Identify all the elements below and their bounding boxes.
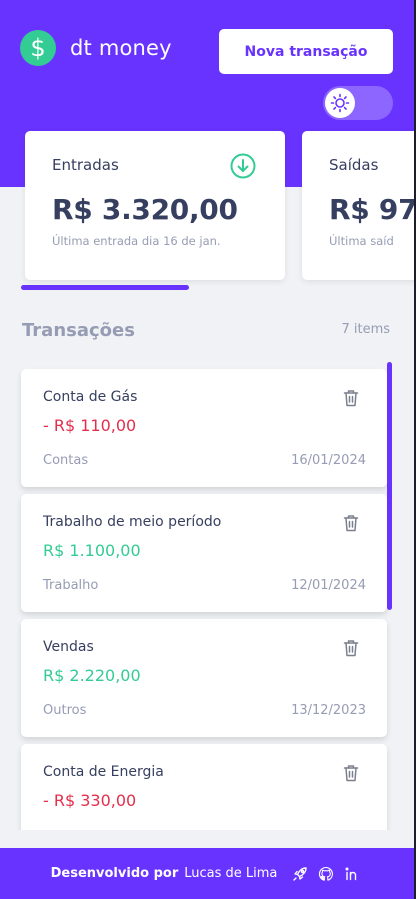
transaction-description: Conta de Gás [43,389,138,405]
trash-icon[interactable] [343,514,359,532]
footer: Desenvolvido por Lucas de Lima [0,848,414,899]
transaction-card: Vendas R$ 2.220,00 Outros 13/12/2023 [21,619,387,737]
transaction-date: 12/01/2024 [291,578,366,593]
transaction-date: 13/12/2023 [291,703,366,718]
transaction-category: Contas [43,453,89,468]
income-label: Entradas [52,156,119,174]
income-last-date: Última entrada dia 16 de jan. [52,234,221,248]
transaction-category: Outros [43,703,87,718]
trash-icon[interactable] [343,639,359,657]
linkedin-icon[interactable] [343,865,361,883]
logo: $ dt money [20,30,172,66]
outcome-label: Saídas [329,156,379,174]
outcome-total: R$ 97 [329,193,416,226]
app-title: dt money [70,36,172,60]
author-name: Lucas de Lima [184,866,278,881]
trash-icon[interactable] [343,764,359,782]
transaction-description: Conta de Energia [43,764,164,780]
transaction-amount: R$ 1.100,00 [43,541,141,560]
new-transaction-button[interactable]: Nova transação [219,29,393,74]
summary-horizontal-scrollbar[interactable] [21,285,189,290]
transaction-card: Trabalho de meio período R$ 1.100,00 Tra… [21,494,387,612]
transaction-date: 16/01/2024 [291,453,366,468]
dollar-logo-icon: $ [20,30,56,66]
transaction-card: Conta de Energia - R$ 330,00 [21,744,387,830]
rocket-icon[interactable] [291,865,309,883]
sun-icon [325,88,355,118]
transaction-amount: - R$ 110,00 [43,416,137,435]
transactions-title: Transações [22,320,135,341]
transaction-description: Trabalho de meio período [43,514,222,530]
transactions-count: 7 items [341,322,390,337]
trash-icon[interactable] [343,389,359,407]
transaction-amount: - R$ 330,00 [43,791,137,810]
transaction-category: Trabalho [43,578,99,593]
outcome-summary-card: Saídas R$ 97 Última saíd [302,131,416,280]
income-summary-card: Entradas R$ 3.320,00 Última entrada dia … [25,131,285,280]
transactions-list: Conta de Gás - R$ 110,00 Contas 16/01/20… [0,360,414,830]
arrow-circle-down-icon [230,153,256,179]
transaction-description: Vendas [43,639,94,655]
app-frame: $ dt money Nova transação Entradas R$ 3.… [0,0,416,899]
transactions-vertical-scrollbar[interactable] [387,362,392,610]
transaction-card: Conta de Gás - R$ 110,00 Contas 16/01/20… [21,369,387,487]
svg-text:$: $ [30,34,45,62]
github-icon[interactable] [317,865,335,883]
outcome-last-date: Última saíd [329,234,394,248]
income-total: R$ 3.320,00 [52,193,238,226]
developed-by-label: Desenvolvido por [50,866,179,881]
theme-toggle[interactable] [323,86,393,120]
transaction-amount: R$ 2.220,00 [43,666,141,685]
